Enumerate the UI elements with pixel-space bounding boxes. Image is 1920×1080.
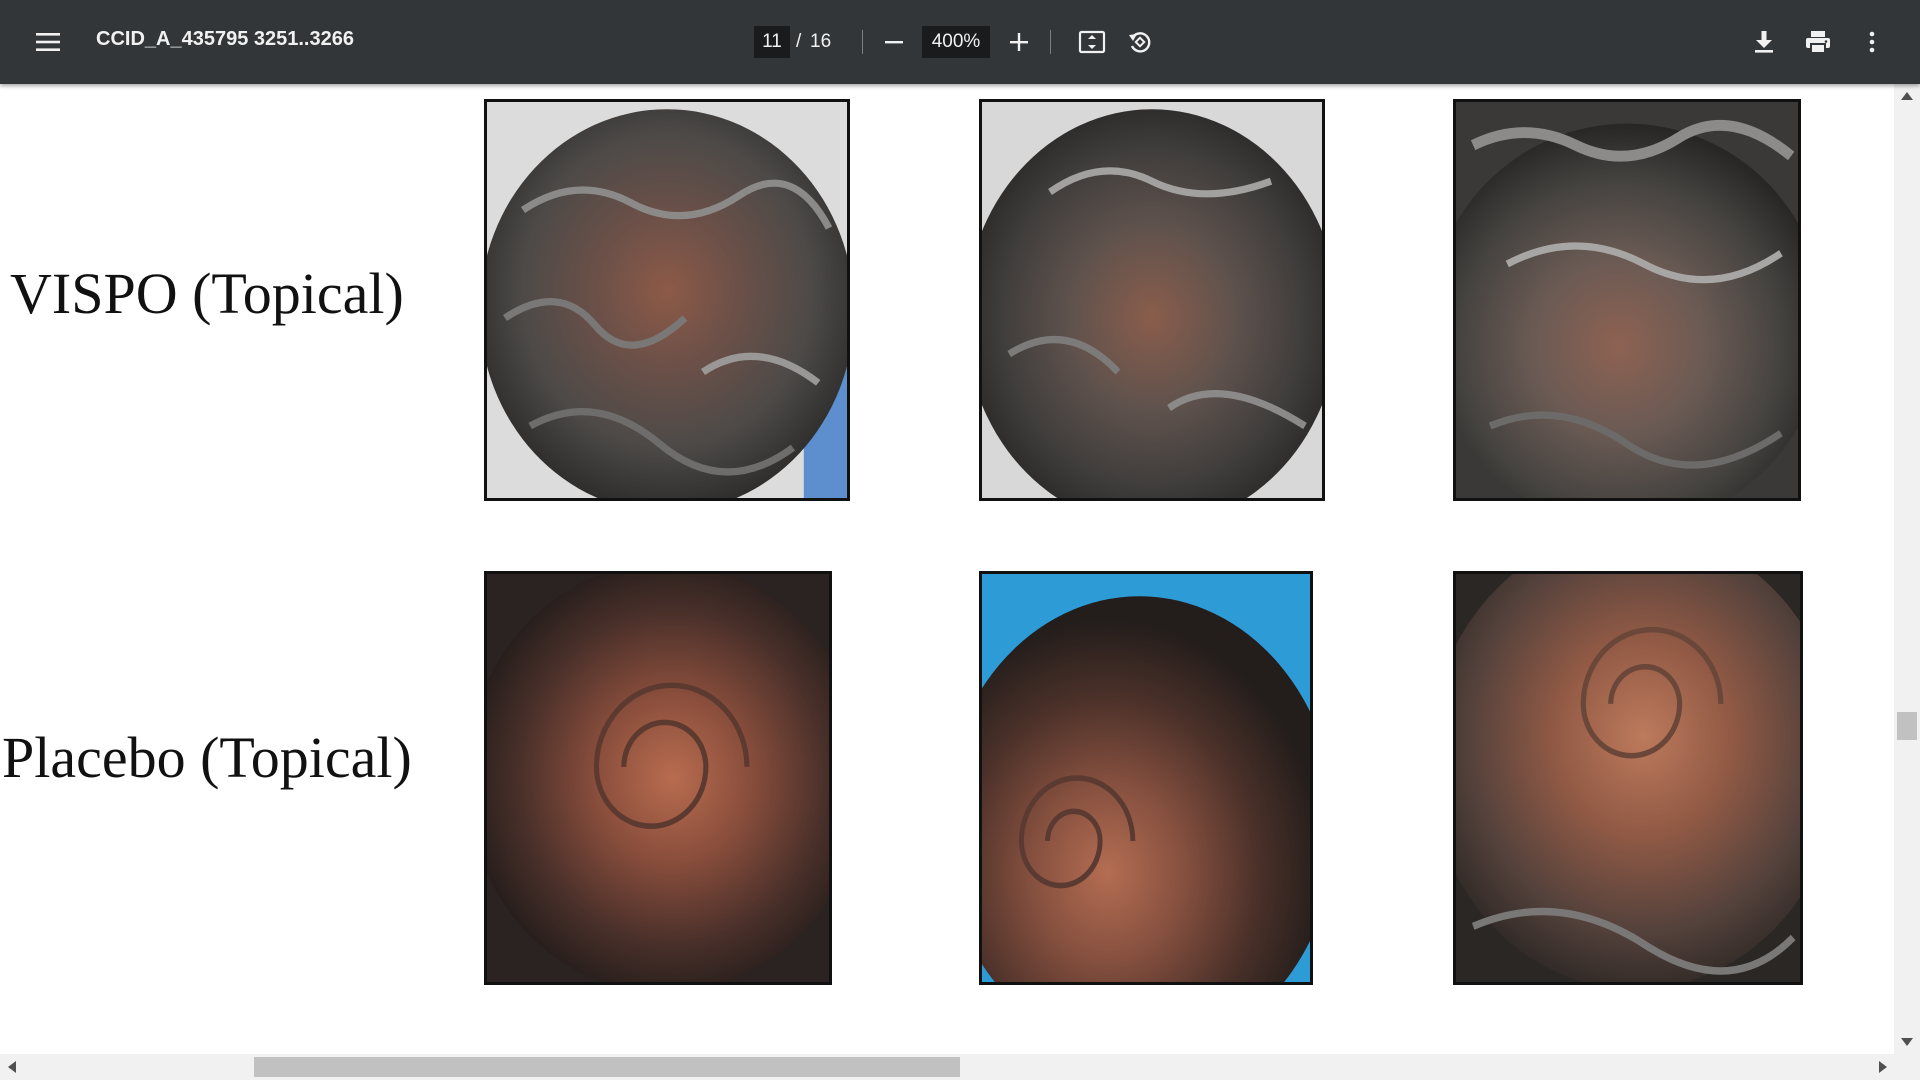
- more-vertical-icon: [1869, 31, 1875, 53]
- menu-button[interactable]: [28, 22, 68, 62]
- fit-to-page-icon: [1078, 30, 1106, 54]
- scalp-photo: [979, 99, 1325, 501]
- page-number-input[interactable]: 11: [754, 26, 790, 58]
- download-button[interactable]: [1744, 22, 1784, 62]
- toolbar-divider: [862, 30, 863, 54]
- scalp-photo: [484, 99, 850, 501]
- vertical-scrollbar-thumb[interactable]: [1897, 712, 1917, 740]
- document-title: CCID_A_435795 3251..3266: [96, 28, 354, 50]
- rotate-counterclockwise-icon: [1129, 32, 1151, 53]
- horizontal-scrollbar-thumb[interactable]: [254, 1057, 960, 1077]
- download-icon: [1755, 31, 1773, 53]
- row-label-placebo: Placebo (Topical): [2, 725, 412, 790]
- document-viewer[interactable]: VISPO (Topical) Placebo (Topical): [0, 84, 1920, 1080]
- zoom-input[interactable]: 400%: [922, 26, 990, 58]
- plus-icon: [1010, 33, 1028, 51]
- pdf-toolbar: CCID_A_435795 3251..3266 11 / 16 400%: [0, 0, 1920, 84]
- toolbar-divider: [1050, 30, 1051, 54]
- vertical-scrollbar[interactable]: [1894, 84, 1920, 1054]
- page-total: 16: [810, 31, 832, 52]
- minus-icon: [885, 41, 903, 44]
- scalp-photo: [1453, 571, 1803, 985]
- hamburger-menu-icon: [36, 33, 60, 51]
- fit-to-page-button[interactable]: [1072, 22, 1112, 62]
- zoom-out-button[interactable]: [874, 22, 914, 62]
- scroll-down-icon[interactable]: [1901, 1038, 1913, 1046]
- print-button[interactable]: [1798, 22, 1838, 62]
- page-separator: /: [796, 31, 802, 52]
- zoom-in-button[interactable]: [999, 22, 1039, 62]
- scalp-photo: [979, 571, 1313, 985]
- scroll-up-icon[interactable]: [1901, 92, 1913, 100]
- rotate-button[interactable]: [1120, 22, 1160, 62]
- scalp-photo: [1453, 99, 1801, 501]
- scroll-right-icon[interactable]: [1879, 1061, 1887, 1073]
- row-label-vispo: VISPO (Topical): [10, 261, 404, 326]
- more-actions-button[interactable]: [1852, 22, 1892, 62]
- scalp-photo: [484, 571, 832, 985]
- print-icon: [1806, 31, 1830, 54]
- scroll-left-icon[interactable]: [8, 1061, 16, 1073]
